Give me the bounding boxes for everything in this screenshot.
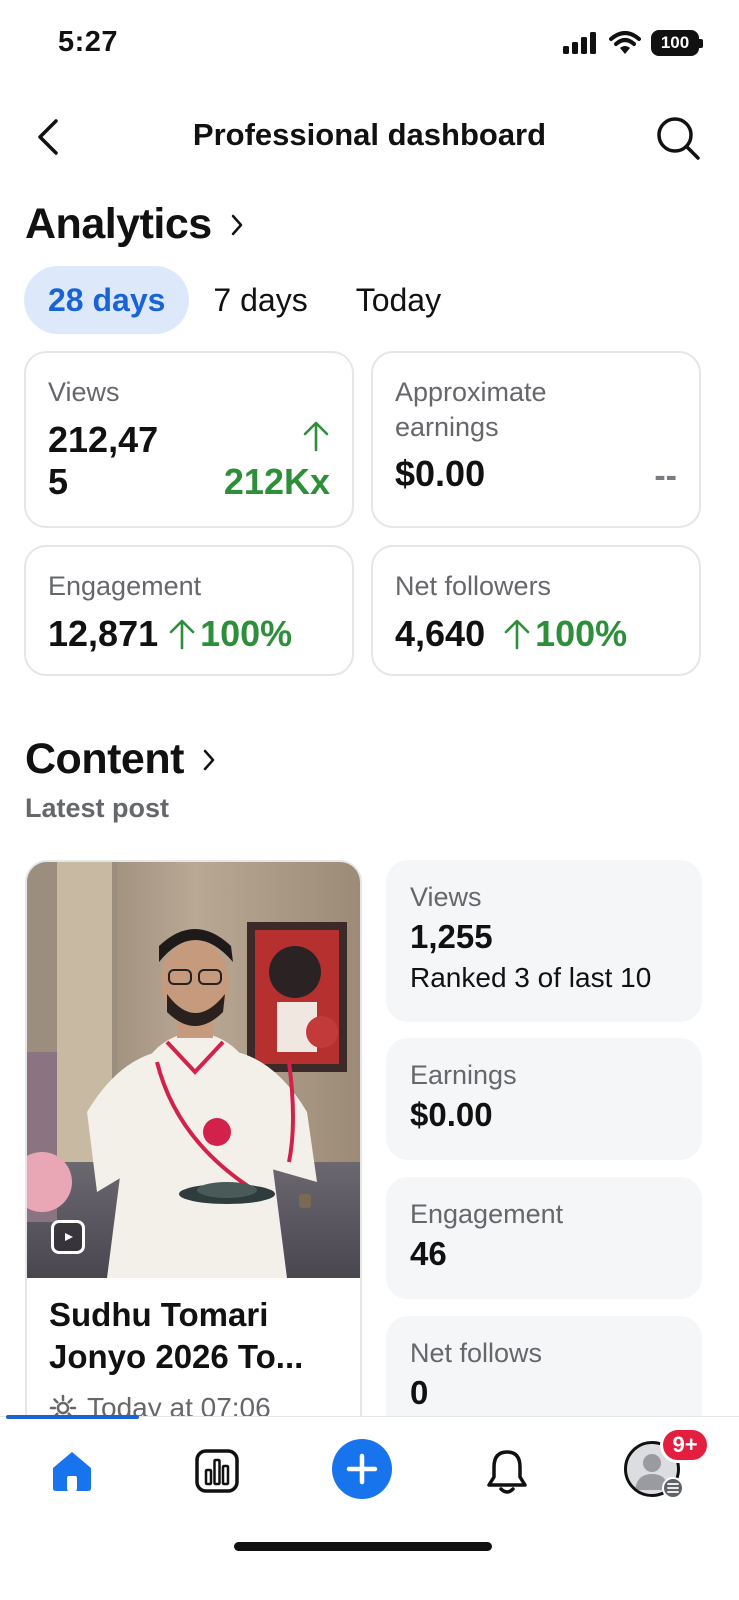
net-followers-card[interactable]: Net followers 4,640 100% (371, 545, 701, 676)
wifi-icon (609, 31, 641, 54)
search-icon (657, 117, 700, 160)
engagement-label: Engagement (48, 571, 202, 601)
post-net-follows-label: Net follows (410, 1338, 543, 1368)
home-indicator (234, 1542, 492, 1551)
status-time: 5:27 (58, 26, 119, 58)
post-views-value: 1,255 (410, 918, 493, 955)
tab-28-days[interactable]: 28 days (24, 266, 190, 334)
post-earnings-value: $0.00 (410, 1096, 493, 1133)
post-views-card[interactable]: Views 1,255 Ranked 3 of last 10 (386, 860, 702, 1022)
post-engagement-value: 46 (410, 1235, 447, 1272)
earnings-change: -- (654, 457, 677, 495)
analytics-icon (195, 1449, 239, 1493)
chevron-right-icon (230, 212, 248, 238)
latest-post-card[interactable]: Sudhu Tomari Jonyo 2026 To... Today at 0… (25, 860, 362, 1460)
home-icon (53, 1452, 91, 1491)
views-change-value: 212Kx (223, 461, 330, 502)
post-views-rank: Ranked 3 of last 10 (410, 962, 652, 993)
search-button[interactable] (653, 113, 703, 163)
earnings-label: Approximate earnings (395, 375, 547, 445)
earnings-label-line1: Approximate (395, 377, 547, 407)
net-followers-change: 100% (535, 613, 628, 654)
latest-post-label: Latest post (25, 793, 170, 823)
up-arrow-icon (504, 619, 530, 650)
engagement-card[interactable]: Engagement 12,871 100% (24, 545, 354, 676)
nav-home[interactable] (40, 1439, 104, 1503)
post-engagement-card[interactable]: Engagement 46 (386, 1177, 702, 1299)
chevron-right-icon (202, 747, 220, 773)
views-card[interactable]: Views 212,47 5 212Kx (24, 351, 354, 528)
up-arrow-icon (224, 419, 330, 461)
views-value: 212,47 5 (48, 419, 158, 504)
active-tab-indicator (6, 1415, 139, 1419)
tab-7-days[interactable]: 7 days (189, 266, 331, 334)
post-thumbnail-image (27, 862, 360, 1278)
earnings-value: $0.00 (395, 453, 486, 494)
earnings-card[interactable]: Approximate earnings $0.00 -- (371, 351, 701, 528)
status-bar: 5:27 100 (0, 0, 739, 90)
content-header[interactable]: Content (25, 735, 220, 784)
post-net-follows-value: 0 (410, 1374, 429, 1411)
tab-today[interactable]: Today (332, 266, 465, 334)
views-change: 212Kx (224, 419, 330, 503)
post-earnings-card[interactable]: Earnings $0.00 (386, 1038, 702, 1160)
views-value-line2: 5 (48, 461, 69, 503)
reel-icon (51, 1220, 85, 1254)
post-title-line2: Jonyo 2026 To... (49, 1337, 304, 1375)
views-label: Views (48, 377, 120, 407)
post-thumbnail[interactable] (27, 862, 360, 1278)
nav-profile[interactable]: 9+ (624, 1427, 710, 1499)
menu-icon (662, 1477, 684, 1499)
net-followers-label: Net followers (395, 571, 552, 601)
post-engagement-label: Engagement (410, 1199, 564, 1229)
plus-icon (346, 1453, 378, 1485)
earnings-label-line2: earnings (395, 412, 499, 443)
analytics-header[interactable]: Analytics (25, 200, 248, 249)
bell-icon (487, 1450, 527, 1494)
bottom-nav: 9+ (0, 1415, 739, 1600)
page-title: Professional dashboard (192, 117, 547, 152)
engagement-value: 12,871 (48, 613, 159, 654)
battery-icon: 100 (651, 30, 703, 56)
engagement-row: 12,871 100% (48, 613, 292, 655)
post-title: Sudhu Tomari Jonyo 2026 To... (49, 1294, 349, 1377)
notification-badge: 9+ (660, 1427, 710, 1463)
create-button[interactable] (332, 1439, 392, 1499)
analytics-title: Analytics (25, 200, 212, 248)
engagement-change: 100% (200, 613, 293, 654)
top-nav: Professional dashboard (0, 105, 739, 169)
views-value-line1: 212,47 (48, 419, 159, 460)
nav-notifications[interactable] (475, 1439, 539, 1503)
net-followers-row: 4,640 100% (395, 613, 627, 655)
content-title: Content (25, 735, 184, 783)
up-arrow-icon (169, 619, 195, 650)
range-tabs: 28 days 7 days Today (24, 266, 465, 334)
net-followers-value: 4,640 (395, 613, 486, 654)
post-earnings-label: Earnings (410, 1060, 517, 1090)
signal-icon (563, 32, 596, 54)
post-title-line1: Sudhu Tomari (49, 1296, 269, 1333)
nav-dashboard[interactable] (185, 1439, 249, 1503)
post-views-label: Views (410, 882, 482, 912)
status-icons: 100 (563, 30, 703, 56)
